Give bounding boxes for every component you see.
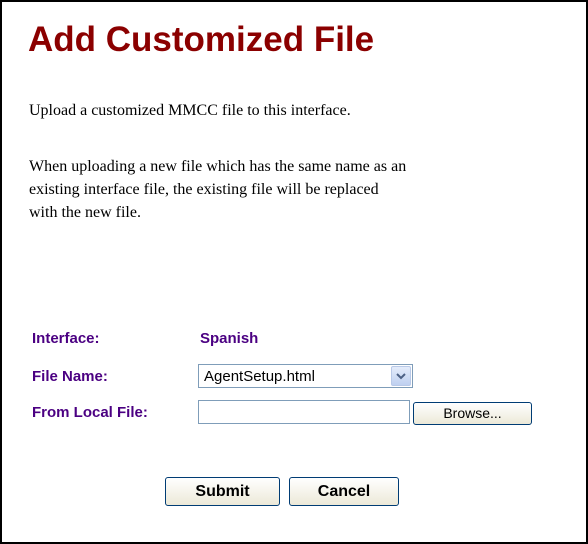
intro-text: Upload a customized MMCC file to this in…	[29, 102, 351, 119]
file-name-selected-value: AgentSetup.html	[204, 368, 315, 385]
local-file-label: From Local File:	[32, 404, 148, 421]
dialog-frame: Add Customized File Upload a customized …	[0, 0, 588, 544]
page-title: Add Customized File	[28, 20, 375, 59]
replace-note-line: existing interface file, the existing fi…	[29, 181, 379, 198]
replace-note-line: When uploading a new file which has the …	[29, 158, 407, 175]
file-name-select[interactable]: AgentSetup.html	[198, 364, 413, 388]
interface-label: Interface:	[32, 330, 100, 347]
replace-note-line: with the new file.	[29, 204, 141, 221]
cancel-button[interactable]: Cancel	[289, 477, 399, 506]
local-file-input[interactable]	[198, 400, 410, 424]
file-name-label: File Name:	[32, 368, 108, 385]
chevron-down-icon	[396, 373, 406, 380]
browse-button[interactable]: Browse...	[413, 402, 532, 425]
replace-note: When uploading a new file which has the …	[29, 155, 569, 224]
dropdown-button[interactable]	[391, 366, 411, 386]
interface-value: Spanish	[200, 330, 259, 347]
submit-button[interactable]: Submit	[165, 477, 280, 506]
